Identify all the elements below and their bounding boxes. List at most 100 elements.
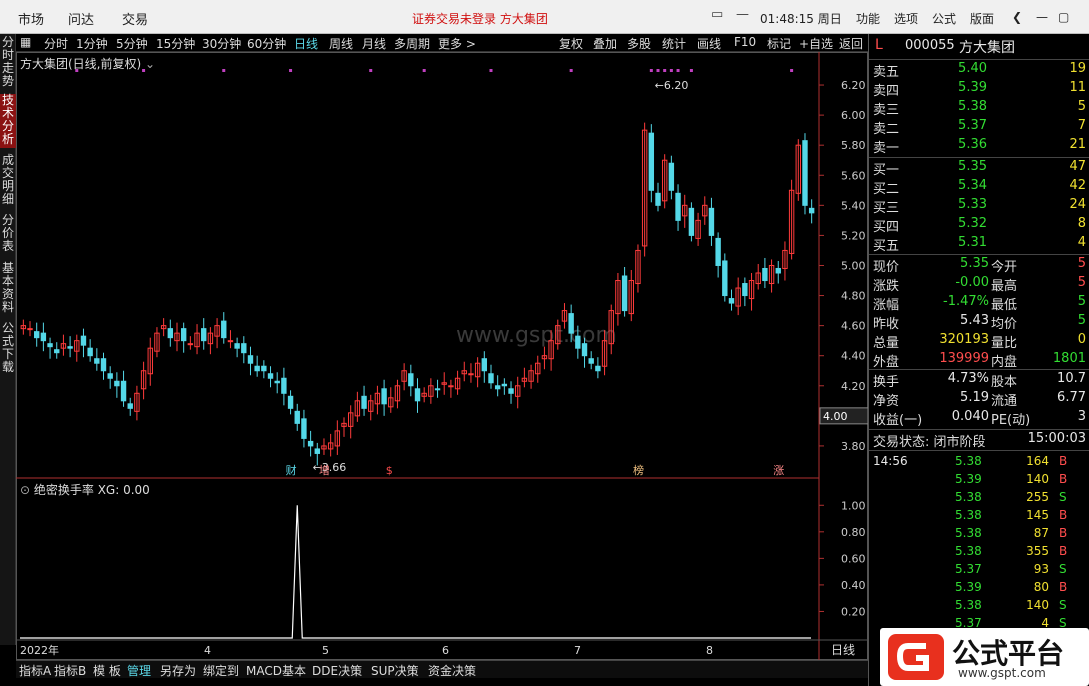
minimize-window-icon[interactable]: — (1036, 10, 1048, 24)
tb-multi-period[interactable]: 多周期 (394, 35, 430, 52)
tab-technical[interactable]: 技术分析 (0, 94, 16, 148)
back-arrow-icon[interactable]: ❮ (1012, 10, 1022, 24)
bt-dde[interactable]: DDE决策 (312, 662, 362, 679)
tick-price: 5.38 (955, 490, 982, 504)
bt-manage[interactable]: 管理 (127, 662, 151, 679)
y-tick-label: 6.20 (841, 79, 866, 92)
candle-body (34, 331, 40, 339)
settings-circle-icon[interactable]: ⊙ (20, 483, 30, 497)
bt-sup[interactable]: SUP决策 (371, 662, 419, 679)
quote-row: 涨跌 -0.00 最高 5 (871, 275, 1089, 294)
grid-icon[interactable]: ▦ (20, 35, 31, 49)
tb-add-favorite[interactable]: +自选 (799, 35, 833, 52)
candle-body (715, 237, 721, 266)
bid-row[interactable]: 买四 5.32 8 (871, 216, 1089, 235)
ask-volume: 7 (1077, 118, 1086, 133)
finance-value: 0.040 (951, 409, 989, 424)
quote-value-2: 5 (1077, 275, 1086, 290)
maximize-window-icon[interactable]: ▢ (1058, 10, 1069, 24)
bt-indicator-a[interactable]: 指标A (19, 662, 51, 679)
minimize-icon[interactable]: — (736, 7, 749, 22)
candle-body (114, 380, 120, 387)
tb-multi-stock[interactable]: 多股 (627, 35, 651, 52)
window-menu-icon[interactable]: ▭ (711, 7, 723, 22)
tick-price: 5.38 (955, 544, 982, 558)
tab-intraday[interactable]: 分时走势 (0, 36, 16, 90)
finance-label-2: 股本 (991, 375, 1018, 390)
menu-trade[interactable]: 交易 (122, 9, 148, 28)
event-marker[interactable]: $ (386, 464, 393, 477)
menu-layout[interactable]: 版面 (970, 10, 994, 27)
tick-price: 5.37 (955, 562, 982, 576)
candle-body (728, 298, 735, 304)
tb-stats[interactable]: 统计 (662, 35, 686, 52)
tb-5min[interactable]: 5分钟 (116, 35, 148, 52)
menu-options[interactable]: 选项 (894, 10, 918, 27)
tb-60min[interactable]: 60分钟 (247, 35, 286, 52)
tb-overlay[interactable]: 叠加 (593, 35, 617, 52)
tick-row: 5.38 145 B (869, 507, 1089, 525)
bt-macd[interactable]: MACD基本 (246, 662, 306, 679)
y-tick-label: 4.60 (841, 320, 866, 333)
bid-row[interactable]: 买五 5.31 4 (871, 235, 1089, 254)
tab-basic-info[interactable]: 基本资料 (0, 262, 16, 316)
quote-label-2: 最低 (991, 298, 1018, 313)
quote-value-2: 5 (1077, 256, 1086, 271)
event-marker[interactable]: 涨 (773, 464, 784, 477)
quote-label: 现价 (873, 260, 900, 275)
ask-row[interactable]: 卖三 5.38 5 (871, 99, 1089, 118)
quote-row: 涨幅 -1.47% 最低 5 (871, 294, 1089, 313)
login-notice[interactable]: 证券交易未登录 方大集团 (412, 10, 548, 27)
candle-body (241, 343, 247, 354)
event-marker[interactable]: 增 (319, 463, 330, 477)
tb-mark[interactable]: 标记 (767, 35, 791, 52)
bid-row[interactable]: 买三 5.33 24 (871, 197, 1089, 216)
x-tick-label: 5 (322, 644, 329, 657)
tab-trades[interactable]: 成交明细 (0, 154, 16, 208)
bid-volume: 24 (1069, 197, 1086, 212)
tb-more[interactable]: 更多 > (438, 35, 476, 52)
tick-volume: 87 (1033, 526, 1049, 540)
tab-price-table[interactable]: 分价表 (0, 214, 16, 256)
bt-capital[interactable]: 资金决策 (428, 662, 476, 679)
tb-f10[interactable]: F10 (734, 35, 756, 49)
tb-daily[interactable]: 日线 (294, 35, 318, 52)
ask-row[interactable]: 卖五 5.40 19 (871, 61, 1089, 80)
candle-body (127, 403, 133, 409)
bt-bind[interactable]: 绑定到 (203, 662, 239, 679)
tb-draw[interactable]: 画线 (697, 35, 721, 52)
bid-row[interactable]: 买二 5.34 42 (871, 178, 1089, 197)
menu-formula[interactable]: 公式 (932, 10, 956, 27)
ask-row[interactable]: 卖二 5.37 7 (871, 118, 1089, 137)
menu-wenda[interactable]: 问达 (68, 9, 94, 28)
ask-row[interactable]: 卖四 5.39 11 (871, 80, 1089, 99)
bt-template[interactable]: 模 板 (93, 662, 121, 679)
bid-label: 买五 (873, 239, 900, 254)
tb-monthly[interactable]: 月线 (362, 35, 386, 52)
chevron-down-icon[interactable]: ⌄ (145, 57, 155, 71)
y-tick-label: 5.20 (841, 229, 866, 242)
stock-code: 000055 (905, 38, 955, 53)
tb-back[interactable]: 返回 (839, 35, 863, 52)
tb-weekly[interactable]: 周线 (329, 35, 353, 52)
tab-formula-download[interactable]: 公式下载 (0, 322, 16, 376)
tb-1min[interactable]: 1分钟 (76, 35, 108, 52)
tb-adjust[interactable]: 复权 (559, 35, 583, 52)
quote-label: 昨收 (873, 317, 900, 332)
tb-15min[interactable]: 15分钟 (156, 35, 195, 52)
kline-chart[interactable]: 3.80 4.00 4.20 4.40 4.60 4.80 5.00 5.20 5.40 5.60… (16, 52, 868, 660)
period-toolbar: ▦ 分时 1分钟 5分钟 15分钟 30分钟 60分钟 日线 周线 月线 多周期… (16, 34, 868, 52)
event-marker[interactable]: 财 (286, 463, 297, 477)
ask-row[interactable]: 卖一 5.36 21 (871, 137, 1089, 156)
bid-row[interactable]: 买一 5.35 47 (871, 159, 1089, 178)
menu-function[interactable]: 功能 (856, 10, 880, 27)
candle-body (234, 343, 240, 349)
event-marker[interactable]: 榜 (633, 463, 644, 477)
tb-intraday[interactable]: 分时 (44, 35, 68, 52)
bt-indicator-b[interactable]: 指标B (54, 662, 86, 679)
tick-volume: 355 (1026, 544, 1049, 558)
bt-save-as[interactable]: 另存为 (160, 662, 196, 679)
menu-market[interactable]: 市场 (18, 9, 44, 28)
tb-30min[interactable]: 30分钟 (202, 35, 241, 52)
y-tick-label: 3.80 (841, 440, 866, 453)
